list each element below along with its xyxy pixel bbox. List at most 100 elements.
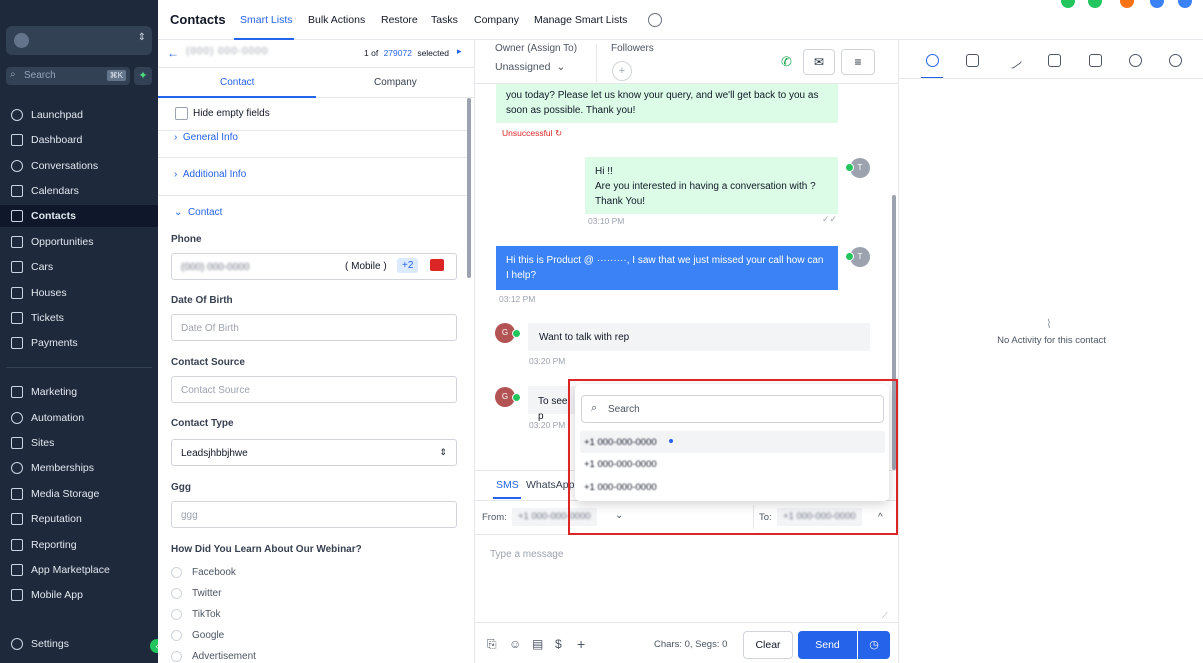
emoji-icon[interactable]: ☺ (509, 637, 521, 651)
tab-bulk-actions[interactable]: Bulk Actions (308, 14, 365, 26)
chevron-right-icon: › (174, 132, 183, 143)
sidebar-item-conversations[interactable]: Conversations (0, 155, 158, 177)
sidebar-item-dashboard[interactable]: Dashboard (0, 129, 158, 151)
sidebar-item-opportunities[interactable]: Opportunities (0, 231, 158, 253)
sidebar-item-launchpad[interactable]: Launchpad (0, 104, 158, 126)
email-icon[interactable]: ✉ (803, 49, 835, 75)
scrollbar[interactable] (467, 98, 471, 278)
contact-type-select[interactable]: Leadsjhbbjhwe ⇕ (171, 439, 457, 466)
sidebar-item-label: Conversations (31, 160, 99, 172)
contact-source-field[interactable]: Contact Source (171, 376, 457, 403)
sidebar-item-media-storage[interactable]: Media Storage (0, 483, 158, 505)
section-general-info[interactable]: › General Info (174, 132, 238, 143)
divider (596, 44, 597, 82)
sidebar-item-calendars[interactable]: Calendars (0, 180, 158, 202)
flag-icon[interactable] (430, 259, 444, 271)
sidebar-item-sites[interactable]: Sites (0, 432, 158, 454)
sidebar-item-houses[interactable]: Houses (0, 282, 158, 304)
owner-select[interactable]: Unassigned ⌄ (495, 61, 565, 73)
sidebar-item-label: Tickets (31, 312, 64, 324)
sidebar-item-marketing[interactable]: Marketing (0, 381, 158, 403)
dob-label: Date Of Birth (171, 295, 233, 306)
workflow-icon[interactable] (1169, 54, 1182, 67)
contact-source-label: Contact Source (171, 357, 245, 368)
sidebar-search[interactable]: ⌕ Search ⌘K (6, 67, 130, 85)
sidebar-item-mobile-app[interactable]: Mobile App (0, 584, 158, 606)
sidebar-item-memberships[interactable]: Memberships (0, 457, 158, 479)
filter-icon[interactable]: ≡ (841, 49, 875, 75)
quick-action-icon[interactable]: ✦ (134, 67, 152, 85)
sidebar-item-app-marketplace[interactable]: App Marketplace (0, 559, 158, 581)
settings-gear-icon[interactable] (648, 13, 662, 27)
phone-call-icon[interactable]: ✆ (781, 54, 792, 70)
schedule-icon[interactable]: ◷ (858, 631, 890, 659)
back-arrow-icon[interactable]: ← (167, 46, 179, 60)
radio-tiktok[interactable]: TikTok (171, 609, 221, 620)
pencil-icon[interactable] (1004, 51, 1023, 70)
active-tab-indicator (493, 497, 521, 499)
sidebar-item-tickets[interactable]: Tickets (0, 307, 158, 329)
sidebar-item-reputation[interactable]: Reputation (0, 508, 158, 530)
tab-company[interactable]: Company (374, 77, 417, 88)
account-switcher[interactable]: ⇕ (6, 26, 152, 55)
automation-icon (11, 412, 23, 424)
phone-more-badge[interactable]: +2 (397, 258, 419, 273)
send-button[interactable]: Send (798, 631, 857, 659)
task-check-icon[interactable] (966, 54, 979, 67)
radio-twitter[interactable]: Twitter (171, 588, 221, 599)
channel-tab-sms[interactable]: SMS (496, 479, 519, 491)
sidebar-item-cars[interactable]: Cars (0, 256, 158, 278)
attach-icon[interactable]: ⎘ (487, 637, 497, 652)
trend-icon (11, 539, 23, 551)
activity-clock-icon[interactable] (926, 54, 939, 67)
webinar-question-label: How Did You Learn About Our Webinar? (171, 544, 362, 555)
contact-details-panel: ← (000) 000-0000 1 of 279072 selected ▸ … (158, 40, 475, 663)
tab-tasks[interactable]: Tasks (431, 14, 458, 26)
tab-restore[interactable]: Restore (381, 14, 418, 26)
ggg-field[interactable]: ggg (171, 501, 457, 528)
retry-icon[interactable]: ↻ (555, 128, 562, 138)
tab-manage-smart-lists[interactable]: Manage Smart Lists (534, 14, 627, 26)
message-input[interactable]: Type a message (490, 549, 563, 560)
message-time: 03:10 PM (588, 216, 625, 226)
whatsapp-badge-icon (512, 393, 521, 402)
sidebar-item-payments[interactable]: Payments (0, 332, 158, 354)
chars-segs-counter: Chars: 0, Segs: 0 (654, 639, 728, 650)
sidebar-item-label: Memberships (31, 462, 95, 474)
sidebar-item-automation[interactable]: Automation (0, 407, 158, 429)
tab-company[interactable]: Company (474, 14, 519, 26)
globe-icon (11, 437, 23, 449)
resize-handle-icon[interactable]: ⟋ (882, 611, 888, 621)
dollar-icon[interactable] (1129, 54, 1142, 67)
message-status: Unsuccessful ↻ (502, 128, 562, 139)
radio-label: Advertisement (192, 651, 256, 662)
radio-google[interactable]: Google (171, 630, 224, 641)
tab-smart-lists[interactable]: Smart Lists (240, 14, 293, 26)
phone-field[interactable]: (000) 000-0000 ( Mobile ) +2 (171, 253, 457, 280)
dob-field[interactable]: Date Of Birth (171, 314, 457, 341)
calendar-icon[interactable] (1048, 54, 1061, 67)
contact-type-value: Leadsjhbbjhwe (181, 448, 248, 459)
section-contact[interactable]: ⌄ Contact (174, 207, 222, 218)
sidebar-item-label: Payments (31, 337, 78, 349)
sidebar-item-reporting[interactable]: Reporting (0, 534, 158, 556)
tab-contact[interactable]: Contact (220, 77, 254, 88)
sidebar-item-label: Contacts (31, 210, 76, 222)
clear-button[interactable]: Clear (743, 631, 793, 659)
section-additional-info[interactable]: › Additional Info (174, 169, 246, 180)
status-text: Unsuccessful (502, 128, 553, 138)
sidebar-item-settings[interactable]: Settings (0, 633, 158, 655)
radio-facebook[interactable]: Facebook (171, 567, 236, 578)
radio-advertisement[interactable]: Advertisement (171, 651, 256, 662)
next-contact-icon[interactable]: ▸ (457, 46, 462, 57)
payment-icon[interactable]: $ (555, 637, 562, 651)
add-icon[interactable]: + (577, 636, 585, 652)
hide-empty-checkbox[interactable] (175, 107, 188, 120)
document-icon[interactable] (1089, 54, 1102, 67)
template-icon[interactable]: ▤ (532, 637, 543, 651)
status-dot (1061, 0, 1075, 8)
add-follower-icon[interactable]: + (612, 61, 632, 81)
section-label: Additional Info (182, 169, 247, 180)
chevron-right-icon: › (174, 169, 183, 180)
sidebar-item-contacts[interactable]: Contacts (0, 205, 158, 227)
